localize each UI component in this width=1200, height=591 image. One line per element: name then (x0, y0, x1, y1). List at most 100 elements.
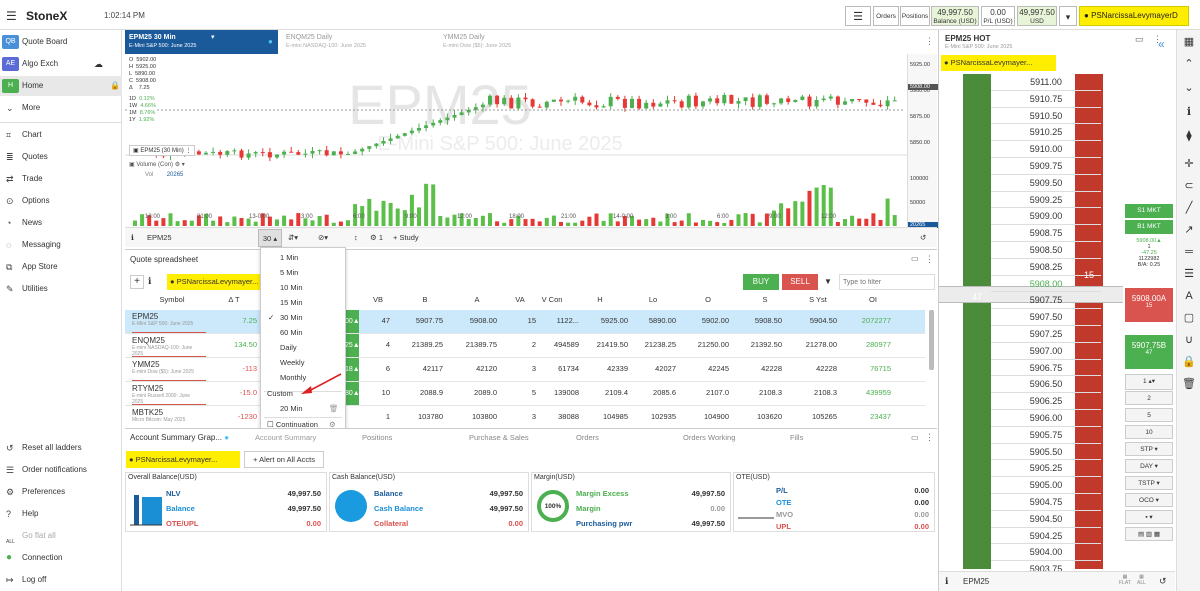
sidebar-item-options[interactable]: ⊙ Options (0, 191, 122, 211)
ladder-price-row[interactable]: 5905.75 (991, 427, 1101, 444)
dropdown-item-10-min[interactable]: 10 Min (261, 280, 345, 295)
tab-positions[interactable]: Positions (362, 433, 392, 442)
collapse-panel-icon[interactable]: « (1158, 37, 1165, 51)
ladder-price-row[interactable]: 5906.50 (991, 376, 1101, 394)
sidebar-item-trade[interactable]: ⇄ Trade (0, 169, 122, 189)
series-legend[interactable]: ▣ EPM25 (30 Min) ⋮ (129, 145, 196, 156)
maximize-icon[interactable]: ▭ (1135, 34, 1144, 45)
ladder-price-row[interactable]: 5911.00 (991, 74, 1101, 91)
crosshair-icon[interactable]: ✛ (1177, 154, 1200, 174)
add-row-icon[interactable]: + (130, 275, 144, 289)
ladder-price-row[interactable]: 5909.00 (991, 208, 1101, 226)
price-axis[interactable]: 5925.00 5900.00 5875.00 5850.00 5908.00 … (907, 54, 938, 228)
column-header[interactable]: O (698, 295, 718, 309)
order-type-select[interactable]: STP ▾ (1125, 442, 1173, 456)
table-row[interactable]: MBTK25 Micro Bitcoin: May 2025 -1230 1 10378… (125, 406, 925, 430)
tab-orders-working[interactable]: Orders Working (683, 433, 735, 442)
column-header[interactable]: S (755, 295, 775, 309)
column-header[interactable]: Δ T (224, 295, 244, 309)
ladder-price-row[interactable]: 5906.00 (991, 410, 1101, 427)
hide-icon[interactable]: ⊘▾ (318, 228, 328, 248)
sell-button[interactable]: SELL (782, 274, 818, 290)
flat-all-button[interactable]: ▦ ALL (1137, 574, 1146, 586)
column-header[interactable]: Lo (643, 295, 663, 309)
ladder-price-row[interactable]: 5908.75 (991, 225, 1101, 242)
trendline-icon[interactable]: ╱ (1177, 198, 1200, 218)
layout-toggle[interactable]: ▤ ▥ ▦ (1125, 527, 1173, 541)
column-header[interactable]: Symbol (152, 295, 192, 309)
sidebar-item-quotes[interactable]: ≣ Quotes (0, 147, 122, 167)
sidebar-item-messaging[interactable]: ◌ Messaging (0, 235, 122, 255)
sidebar-more[interactable]: ⌄ More (0, 98, 122, 118)
table-row[interactable]: YMM25 E-mini Dow ($5): June 2025 -113 18▲ 6 4… (125, 358, 925, 382)
ladder-price-row[interactable]: 5905.25 (991, 460, 1101, 478)
account-selector[interactable]: ● PSNarcissaLevymayerD (1079, 6, 1189, 26)
order-notifications-button[interactable]: ☰ Order notifications (0, 460, 122, 480)
reset-ladders-button[interactable]: ↺ Reset all ladders (0, 438, 122, 458)
interval-selector[interactable]: 30 ▴ (258, 229, 282, 247)
ladder-price-row[interactable]: 5907.00 (991, 343, 1101, 360)
collapse-up-icon[interactable]: ⌃ (1177, 54, 1200, 74)
dropdown-item-weekly[interactable]: Weekly (261, 355, 345, 370)
ladder-price-row[interactable]: 5910.75 (991, 91, 1101, 108)
add-study-button[interactable]: + Study (393, 228, 419, 248)
table-row[interactable]: RTYM25 E-mini Russell 2000: June 2025 -15.… (125, 382, 925, 406)
kebab-menu-icon[interactable]: ⋮ (925, 36, 934, 47)
info-icon[interactable]: ℹ (131, 228, 134, 248)
ladder-price-row[interactable]: 5910.50 (991, 108, 1101, 125)
ladder-price-row[interactable]: 5907.50 (991, 309, 1101, 326)
ladder-price-row[interactable]: 5906.25 (991, 393, 1101, 410)
positions-button[interactable]: Positions (900, 6, 930, 26)
column-header[interactable]: H (590, 295, 610, 309)
accounts-menu-icon[interactable]: ☰ (845, 6, 871, 26)
refresh-icon[interactable]: ↺ (1159, 576, 1167, 587)
flat-button[interactable]: ▦ FLAT (1119, 574, 1131, 586)
tab-purchase-sales[interactable]: Purchase & Sales (469, 433, 529, 442)
trailing-stop-select[interactable]: TSTP ▾ (1125, 476, 1173, 490)
fibonacci-icon[interactable]: ☰ (1177, 264, 1200, 284)
go-flat-all-button[interactable]: ALL Go flat all (0, 526, 122, 546)
refresh-icon[interactable]: ↺ (920, 228, 926, 248)
filter-icon[interactable]: ▼ (824, 277, 832, 286)
sell-market-button[interactable]: S1 MKT (1125, 204, 1173, 218)
help-button[interactable]: ? Help (0, 504, 122, 524)
ladder-symbol-input[interactable]: EPM25 (963, 577, 989, 586)
kebab-menu-icon[interactable]: ⋮ (925, 254, 934, 265)
tab-account-summary[interactable]: Account Summary (255, 433, 316, 442)
ladder-price-row[interactable]: 5907.75 (991, 292, 1101, 310)
trash-icon[interactable]: 🗑 (329, 401, 339, 416)
account-dropdown-icon[interactable]: ▾ (1059, 6, 1077, 26)
connection-status[interactable]: ● Connection (0, 548, 122, 568)
sidebar-item-utilities[interactable]: ✎ Utilities (0, 279, 122, 299)
volume-legend[interactable]: ▣ Volume (Con) ⚙ ▾ (129, 161, 185, 168)
dropdown-item-5-min[interactable]: 5 Min (261, 265, 345, 280)
ladder-price-row[interactable]: 5904.75 (991, 494, 1101, 511)
dropdown-item-30-min[interactable]: ✓ 30 Min (261, 310, 345, 325)
tab-ymm25-daily[interactable]: YMM25 Daily E-mini Dow ($5): June 2025 (439, 30, 589, 54)
horizontal-line-icon[interactable]: ═ (1177, 242, 1200, 262)
ladder-price-row[interactable]: 5905.50 (991, 444, 1101, 461)
rectangle-icon[interactable]: ▢ (1177, 308, 1200, 328)
dropdown-item-1-min[interactable]: 1 Min (261, 250, 345, 265)
dropdown-item-15-min[interactable]: 15 Min (261, 295, 345, 310)
scrollbar[interactable] (929, 310, 934, 370)
dropdown-item-custom[interactable]: 20 Min 🗑 (261, 401, 345, 416)
sidebar-item-home[interactable]: H Home 🔒 (0, 76, 122, 96)
sidebar-item-app-store[interactable]: ⧉ App Store (0, 257, 122, 277)
oco-select[interactable]: OCO ▾ (1125, 493, 1173, 507)
tif-select[interactable]: DAY ▾ (1125, 459, 1173, 473)
column-header[interactable]: VA (510, 295, 530, 309)
calendar-icon[interactable]: ▦ (1177, 32, 1200, 52)
bracket-select[interactable]: ▪ ▾ (1125, 510, 1173, 524)
chart-type-icon[interactable]: ⇵▾ (288, 228, 298, 248)
buy-limit-button[interactable]: 5907.75B 47 (1125, 335, 1173, 369)
account-selector[interactable]: ● PSNarcissaLevymayer... (941, 55, 1056, 71)
ladder-price-row[interactable]: 5904.25 (991, 528, 1101, 545)
link-icon[interactable]: ⊂ (1177, 176, 1200, 196)
pin-icon[interactable]: ⧫ (1177, 126, 1200, 146)
symbol-input[interactable]: EPM25 (147, 228, 257, 246)
preferences-button[interactable]: ⚙ Preferences (0, 482, 122, 502)
info-icon[interactable]: ℹ (148, 276, 151, 287)
ladder-price-row[interactable]: 5908.50 (991, 242, 1101, 259)
tab-enqm25-daily[interactable]: ENQM25 Daily E-mini NASDAQ-100: June 2025 (282, 30, 432, 54)
